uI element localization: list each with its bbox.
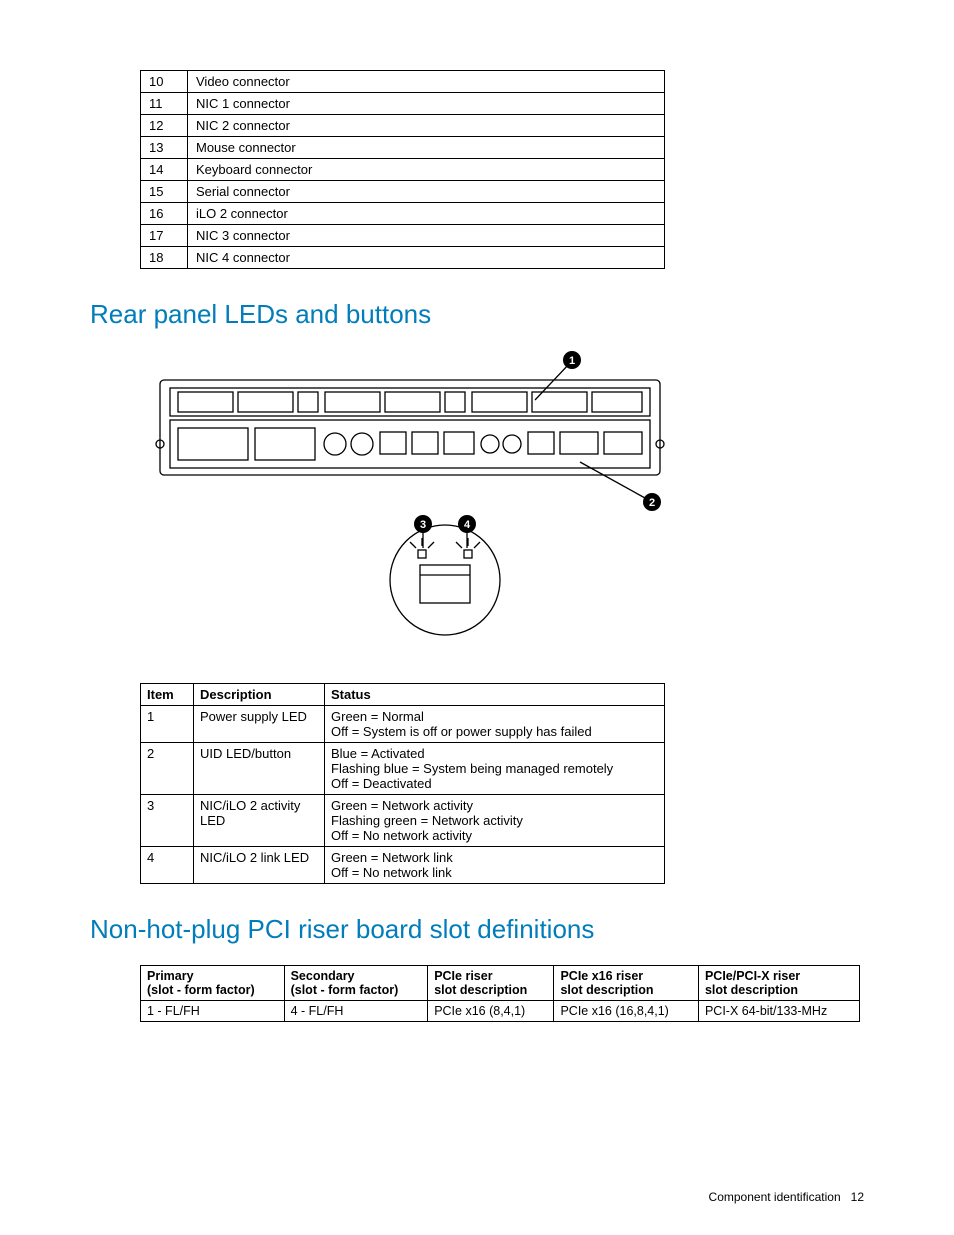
led-desc: NIC/iLO 2 link LED (194, 847, 325, 884)
led-item: 1 (141, 706, 194, 743)
pci-pcie16: PCIe x16 (16,8,4,1) (554, 1001, 699, 1022)
rear-panel-figure: 1 2 3 4 (140, 350, 864, 663)
callout-2: 2 (649, 497, 655, 509)
table-row: 1Power supply LEDGreen = NormalOff = Sys… (141, 706, 665, 743)
pci-th-secondary: Secondary(slot - form factor) (284, 966, 428, 1001)
page-footer: Component identification 12 (709, 1190, 864, 1204)
table-row: 12NIC 2 connector (141, 115, 665, 137)
heading-pci-riser: Non-hot-plug PCI riser board slot defini… (90, 914, 864, 945)
footer-section: Component identification (709, 1190, 841, 1204)
pci-th-pcie16: PCIe x16 riserslot description (554, 966, 699, 1001)
table-row: 2UID LED/buttonBlue = ActivatedFlashing … (141, 743, 665, 795)
led-status: Green = NormalOff = System is off or pow… (325, 706, 665, 743)
connector-num: 15 (141, 181, 188, 203)
connector-num: 12 (141, 115, 188, 137)
pci-th-pcipcix: PCIe/PCI-X riserslot description (698, 966, 859, 1001)
connector-desc: NIC 3 connector (188, 225, 665, 247)
led-status: Green = Network activityFlashing green =… (325, 795, 665, 847)
led-th-item: Item (141, 684, 194, 706)
led-th-desc: Description (194, 684, 325, 706)
pci-table: Primary(slot - form factor) Secondary(sl… (140, 965, 860, 1022)
table-row: 13Mouse connector (141, 137, 665, 159)
callout-3: 3 (420, 519, 426, 531)
heading-rear-panel: Rear panel LEDs and buttons (90, 299, 864, 330)
callout-1: 1 (569, 355, 575, 367)
connector-desc: iLO 2 connector (188, 203, 665, 225)
callout-4: 4 (464, 519, 471, 531)
led-status: Blue = ActivatedFlashing blue = System b… (325, 743, 665, 795)
table-row: 1 - FL/FH4 - FL/FHPCIe x16 (8,4,1)PCIe x… (141, 1001, 860, 1022)
led-table: Item Description Status 1Power supply LE… (140, 683, 665, 884)
connector-num: 10 (141, 71, 188, 93)
connector-desc: NIC 4 connector (188, 247, 665, 269)
led-th-status: Status (325, 684, 665, 706)
connectors-table: 10Video connector11NIC 1 connector12NIC … (140, 70, 665, 269)
table-row: 10Video connector (141, 71, 665, 93)
table-row: 18NIC 4 connector (141, 247, 665, 269)
connector-desc: Video connector (188, 71, 665, 93)
pci-th-pcie: PCIe riserslot description (428, 966, 554, 1001)
table-row: 17NIC 3 connector (141, 225, 665, 247)
pci-th-primary: Primary(slot - form factor) (141, 966, 285, 1001)
led-item: 2 (141, 743, 194, 795)
pci-secondary: 4 - FL/FH (284, 1001, 428, 1022)
table-row: 14Keyboard connector (141, 159, 665, 181)
connector-num: 11 (141, 93, 188, 115)
led-desc: UID LED/button (194, 743, 325, 795)
connector-desc: Keyboard connector (188, 159, 665, 181)
connector-desc: NIC 1 connector (188, 93, 665, 115)
connector-desc: Serial connector (188, 181, 665, 203)
connector-num: 13 (141, 137, 188, 159)
connector-num: 16 (141, 203, 188, 225)
led-desc: NIC/iLO 2 activity LED (194, 795, 325, 847)
connector-num: 18 (141, 247, 188, 269)
table-row: 15Serial connector (141, 181, 665, 203)
footer-page: 12 (851, 1190, 864, 1204)
pci-pcipcix: PCI-X 64-bit/133-MHz (698, 1001, 859, 1022)
led-desc: Power supply LED (194, 706, 325, 743)
led-item: 3 (141, 795, 194, 847)
led-item: 4 (141, 847, 194, 884)
table-row: 3NIC/iLO 2 activity LEDGreen = Network a… (141, 795, 665, 847)
connector-num: 14 (141, 159, 188, 181)
led-status: Green = Network linkOff = No network lin… (325, 847, 665, 884)
table-row: 11NIC 1 connector (141, 93, 665, 115)
connector-desc: NIC 2 connector (188, 115, 665, 137)
pci-primary: 1 - FL/FH (141, 1001, 285, 1022)
table-row: 16iLO 2 connector (141, 203, 665, 225)
pci-pcie: PCIe x16 (8,4,1) (428, 1001, 554, 1022)
connector-desc: Mouse connector (188, 137, 665, 159)
connector-num: 17 (141, 225, 188, 247)
table-row: 4NIC/iLO 2 link LEDGreen = Network linkO… (141, 847, 665, 884)
